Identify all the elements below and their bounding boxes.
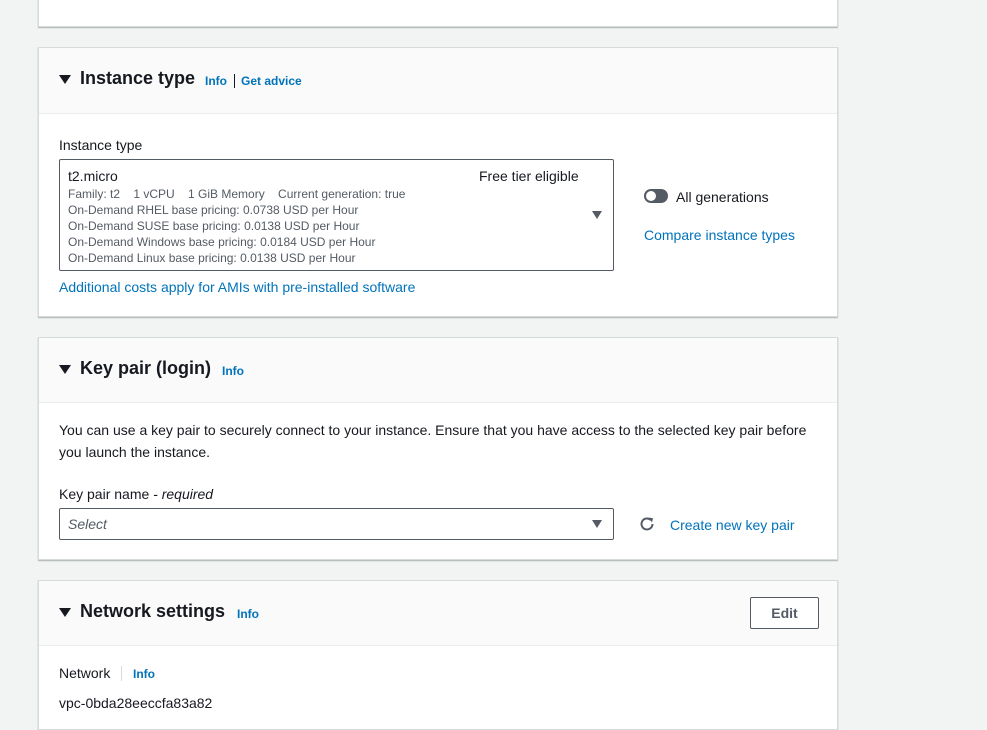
key-pair-select-placeholder: Select (68, 516, 107, 532)
key-pair-description-2: you launch the instance. (59, 444, 210, 460)
key-pair-panel: Key pair (login) Info You can use a key … (38, 337, 838, 560)
toggle-knob (646, 191, 656, 201)
key-pair-header[interactable]: Key pair (login) Info (39, 338, 837, 403)
dropdown-arrow-icon[interactable] (592, 211, 602, 219)
network-settings-title: Network settings (80, 601, 226, 621)
required-marker: - required (149, 486, 214, 502)
instance-type-select[interactable]: t2.micro Free tier eligible Family: t2 1… (59, 159, 614, 271)
collapse-caret-icon[interactable] (59, 75, 71, 84)
network-settings-info-link[interactable]: Info (237, 607, 259, 621)
network-settings-header[interactable]: Network settings Info Edit (39, 581, 837, 646)
network-info-link[interactable]: Info (133, 667, 155, 681)
instance-type-info-link[interactable]: Info (205, 74, 227, 88)
key-pair-description-1: You can use a key pair to securely conne… (59, 422, 807, 438)
collapse-caret-icon[interactable] (59, 365, 71, 374)
instance-type-title: Instance type (80, 68, 196, 88)
all-generations-label: All generations (676, 189, 769, 205)
free-tier-label: Free tier eligible (479, 168, 579, 184)
all-generations-toggle[interactable] (644, 189, 668, 203)
vpc-id-value: vpc-0bda28eeccfa83a82 (59, 695, 213, 711)
instance-family-details: Family: t2 1 vCPU 1 GiB Memory Current g… (68, 187, 406, 201)
get-advice-link[interactable]: Get advice (241, 74, 302, 88)
key-pair-name-label: Key pair name (59, 486, 150, 502)
network-label: Network (59, 665, 111, 681)
network-settings-panel: Network settings Info Edit Network Info … (38, 580, 838, 730)
pricing-linux: On-Demand Linux base pricing: 0.0138 USD… (68, 251, 356, 265)
pricing-rhel: On-Demand RHEL base pricing: 0.0738 USD … (68, 203, 359, 217)
link-separator (234, 74, 235, 88)
key-pair-info-link[interactable]: Info (222, 364, 244, 378)
instance-type-header[interactable]: Instance type Info Get advice (39, 48, 837, 114)
instance-type-field-label: Instance type (59, 137, 143, 153)
edit-button[interactable]: Edit (750, 597, 819, 629)
refresh-icon[interactable] (638, 515, 656, 533)
pricing-windows: On-Demand Windows base pricing: 0.0184 U… (68, 235, 376, 249)
key-pair-title: Key pair (login) (80, 358, 212, 378)
additional-costs-link[interactable]: Additional costs apply for AMIs with pre… (59, 279, 415, 295)
pricing-suse: On-Demand SUSE base pricing: 0.0138 USD … (68, 219, 360, 233)
key-pair-select[interactable]: Select (59, 508, 614, 540)
label-separator (121, 666, 122, 681)
create-key-pair-link[interactable]: Create new key pair (670, 517, 795, 533)
dropdown-arrow-icon[interactable] (592, 520, 602, 528)
key-pair-field-label: Key pair name - required (59, 486, 213, 502)
compare-instance-types-link[interactable]: Compare instance types (644, 227, 795, 243)
collapse-caret-icon[interactable] (59, 608, 71, 617)
instance-type-panel: Instance type Info Get advice Instance t… (38, 47, 838, 317)
previous-panel (38, 0, 838, 27)
instance-type-name: t2.micro (68, 168, 118, 184)
